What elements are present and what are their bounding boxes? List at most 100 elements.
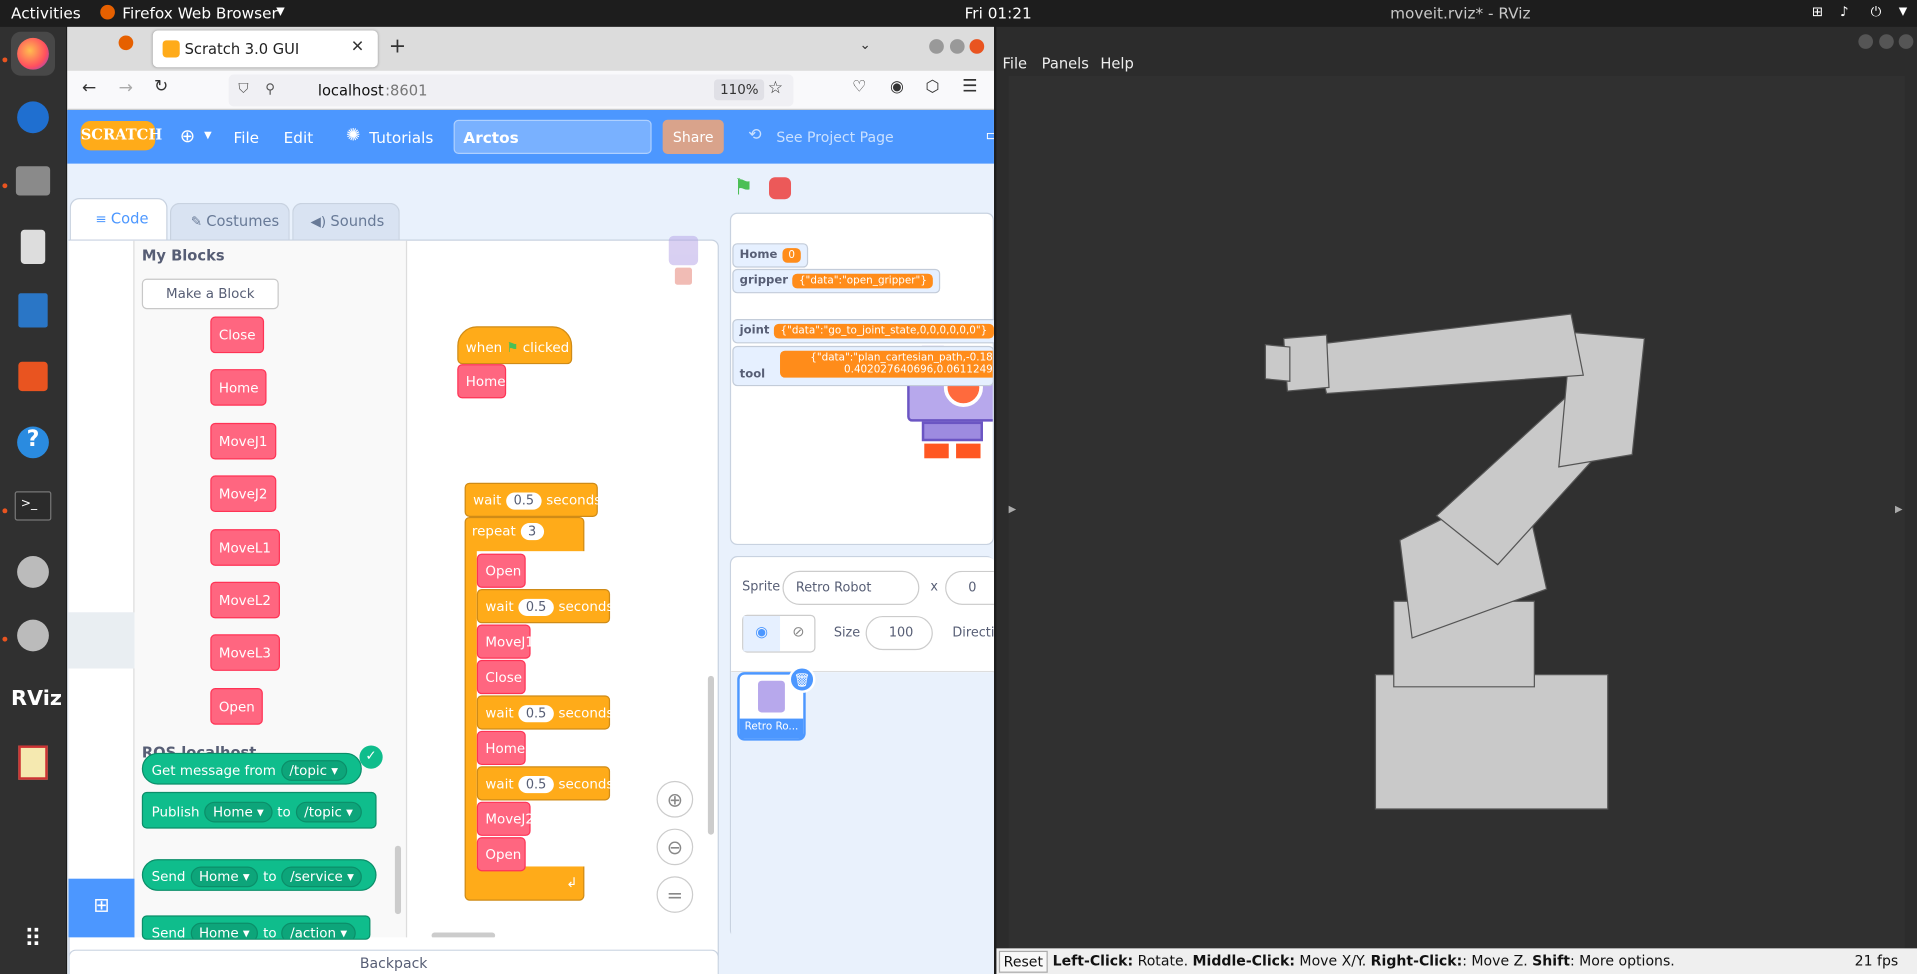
system-menu-chevron-icon[interactable]: ▼ bbox=[1899, 6, 1907, 18]
zoom-level[interactable]: 110% bbox=[713, 79, 765, 101]
right-dock-arrow-icon[interactable]: ▶ bbox=[1895, 504, 1903, 515]
list-tabs-chevron-icon[interactable]: ⌄ bbox=[859, 37, 870, 53]
software-dock-icon[interactable] bbox=[11, 354, 55, 398]
share-button[interactable]: Share bbox=[662, 119, 724, 154]
text-editor-dock-icon[interactable] bbox=[11, 741, 55, 785]
zoom-out-icon[interactable]: ⊖ bbox=[656, 828, 694, 866]
project-title-input[interactable]: Arctos bbox=[453, 119, 652, 154]
maximize-button[interactable] bbox=[949, 39, 965, 54]
wait-block[interactable]: wait 0.5 seconds bbox=[464, 482, 601, 517]
help-icon[interactable]: ? bbox=[11, 420, 55, 464]
my-stuff-icon[interactable]: ▭ bbox=[985, 126, 994, 146]
add-extension-button[interactable]: ⊞ bbox=[68, 878, 135, 938]
palette-block-movej1[interactable]: MoveJ1 bbox=[210, 422, 277, 460]
palette-block-movel1[interactable]: MoveL1 bbox=[210, 528, 280, 566]
palette-block-close[interactable]: Close bbox=[210, 316, 265, 354]
app-menu[interactable]: Firefox Web Browser bbox=[122, 4, 278, 22]
monitor-tool[interactable]: tool {"data":"plan_cartesian_path,-0.1868… bbox=[732, 345, 994, 387]
rhythmbox-dock-icon[interactable] bbox=[11, 225, 55, 269]
delete-sprite-icon[interactable]: 🗑 bbox=[788, 666, 816, 693]
pocket-icon[interactable]: ♡ bbox=[852, 78, 866, 96]
forward-icon[interactable]: → bbox=[119, 78, 133, 98]
rviz-minimize-button[interactable] bbox=[1858, 34, 1874, 49]
language-chevron-icon[interactable]: ▼ bbox=[204, 130, 212, 141]
back-icon[interactable]: ← bbox=[82, 78, 96, 98]
tab-costumes[interactable]: ✎ Costumes bbox=[169, 202, 290, 240]
rviz-help-menu[interactable]: Help bbox=[1100, 55, 1133, 72]
volume-icon[interactable]: ♪ bbox=[1840, 4, 1849, 20]
monitor-joint[interactable]: joint {"data":"go_to_joint_state,0,0,0,0,… bbox=[732, 318, 994, 344]
stop-button[interactable] bbox=[769, 177, 792, 200]
palette-block-movel2[interactable]: MoveL2 bbox=[210, 581, 280, 619]
backpack-bar[interactable]: Backpack bbox=[68, 949, 719, 974]
sprite-name-input[interactable]: Retro Robot bbox=[782, 570, 920, 605]
hide-eye-icon[interactable]: ⊘ bbox=[780, 616, 817, 651]
monitor-gripper[interactable]: gripper {"data":"open_gripper"} bbox=[732, 268, 941, 294]
zoom-reset-icon[interactable]: = bbox=[656, 876, 694, 913]
rviz-close-button[interactable] bbox=[1898, 34, 1914, 49]
home-block[interactable]: Home bbox=[476, 730, 526, 766]
size-input[interactable]: 100 bbox=[865, 615, 933, 651]
page-info-icon[interactable]: ⚲ bbox=[265, 81, 275, 97]
scratch-logo[interactable]: SCRATCH bbox=[80, 120, 162, 151]
movej1-block[interactable]: MoveJ1 bbox=[476, 624, 534, 659]
green-flag-button[interactable]: ⚑ bbox=[734, 175, 754, 201]
tab-scratch[interactable]: Scratch 3.0 GUI ✕ bbox=[152, 30, 378, 68]
when-flag-clicked-block[interactable]: when ⚑ clicked bbox=[457, 326, 573, 365]
open-block[interactable]: Open bbox=[476, 553, 526, 588]
firefox-dock-icon[interactable] bbox=[11, 31, 56, 76]
rviz-app-icon[interactable]: RViz bbox=[11, 677, 62, 721]
firefox-view-icon[interactable] bbox=[118, 35, 134, 51]
globe-icon[interactable]: ⊕ bbox=[180, 125, 195, 147]
close-window-button[interactable] bbox=[969, 39, 985, 54]
files-dock-icon[interactable] bbox=[11, 159, 55, 203]
palette-block-home[interactable]: Home bbox=[210, 369, 268, 407]
file-menu[interactable]: File bbox=[234, 128, 260, 146]
wait-block[interactable]: wait 0.5 seconds bbox=[476, 766, 613, 801]
terminal-dock-icon[interactable]: >_ bbox=[11, 484, 55, 528]
new-tab-button[interactable]: + bbox=[389, 34, 406, 58]
thunderbird-dock-icon[interactable] bbox=[11, 95, 55, 139]
reset-button[interactable]: Reset bbox=[998, 950, 1048, 973]
writer-dock-icon[interactable] bbox=[11, 288, 55, 332]
rviz-dock-icon[interactable] bbox=[11, 550, 55, 594]
open-block[interactable]: Open bbox=[476, 837, 526, 872]
palette-block-movej2[interactable]: MoveJ2 bbox=[210, 475, 277, 513]
ros-send-action-block[interactable]: Send Home ▾ to/action ▾ bbox=[141, 915, 371, 940]
palette-scrollbar[interactable] bbox=[394, 845, 402, 915]
account-icon[interactable]: ◉ bbox=[890, 78, 904, 96]
movej2-block[interactable]: MoveJ2 bbox=[476, 801, 534, 836]
tab-sounds[interactable]: ◀) Sounds bbox=[292, 202, 400, 240]
activities-button[interactable]: Activities bbox=[11, 4, 81, 22]
hamburger-menu-icon[interactable]: ☰ bbox=[962, 77, 977, 97]
see-project-page-link[interactable]: See Project Page bbox=[776, 128, 893, 145]
rviz-3d-viewport[interactable]: ▶ ▶ bbox=[1008, 75, 1905, 949]
ros-send-service-block[interactable]: Send Home ▾ to/service ▾ bbox=[141, 859, 378, 891]
palette-block-movel3[interactable]: MoveL3 bbox=[210, 634, 280, 672]
rviz-dock-icon-2[interactable] bbox=[11, 613, 55, 657]
script-vertical-scrollbar[interactable] bbox=[707, 675, 714, 835]
make-a-block-button[interactable]: Make a Block bbox=[141, 278, 279, 310]
show-eye-icon[interactable]: ◉ bbox=[743, 615, 781, 652]
script-horizontal-scrollbar[interactable] bbox=[431, 932, 496, 938]
ros-get-message-block[interactable]: Get message from/topic ▾ bbox=[141, 752, 362, 785]
edit-menu[interactable]: Edit bbox=[284, 128, 314, 146]
left-dock-arrow-icon[interactable]: ▶ bbox=[1009, 504, 1017, 515]
x-input[interactable]: 0 bbox=[945, 570, 994, 605]
shield-icon[interactable]: ⛉ bbox=[238, 81, 248, 98]
reload-icon[interactable]: ↻ bbox=[154, 77, 168, 97]
rviz-maximize-button[interactable] bbox=[1879, 34, 1894, 49]
script-home-block[interactable]: Home bbox=[457, 364, 507, 399]
close-tab-icon[interactable]: ✕ bbox=[351, 38, 364, 56]
tutorials-menu[interactable]: Tutorials bbox=[369, 128, 433, 146]
network-icon[interactable]: ⊞ bbox=[1812, 4, 1823, 20]
rviz-panels-menu[interactable]: Panels bbox=[1042, 55, 1089, 72]
rviz-file-menu[interactable]: File bbox=[1003, 55, 1028, 72]
close-block[interactable]: Close bbox=[476, 659, 526, 695]
power-icon[interactable]: ⏻ bbox=[1871, 4, 1882, 21]
minimize-button[interactable] bbox=[929, 39, 944, 54]
url-bar[interactable]: ⛉ ⚲ localhost :8601 110% ☆ bbox=[228, 74, 794, 107]
tab-code[interactable]: ≡ Code bbox=[69, 197, 168, 240]
zoom-in-icon[interactable]: ⊕ bbox=[656, 780, 694, 818]
ros-publish-block[interactable]: Publish Home ▾ to/topic ▾ bbox=[141, 791, 377, 829]
